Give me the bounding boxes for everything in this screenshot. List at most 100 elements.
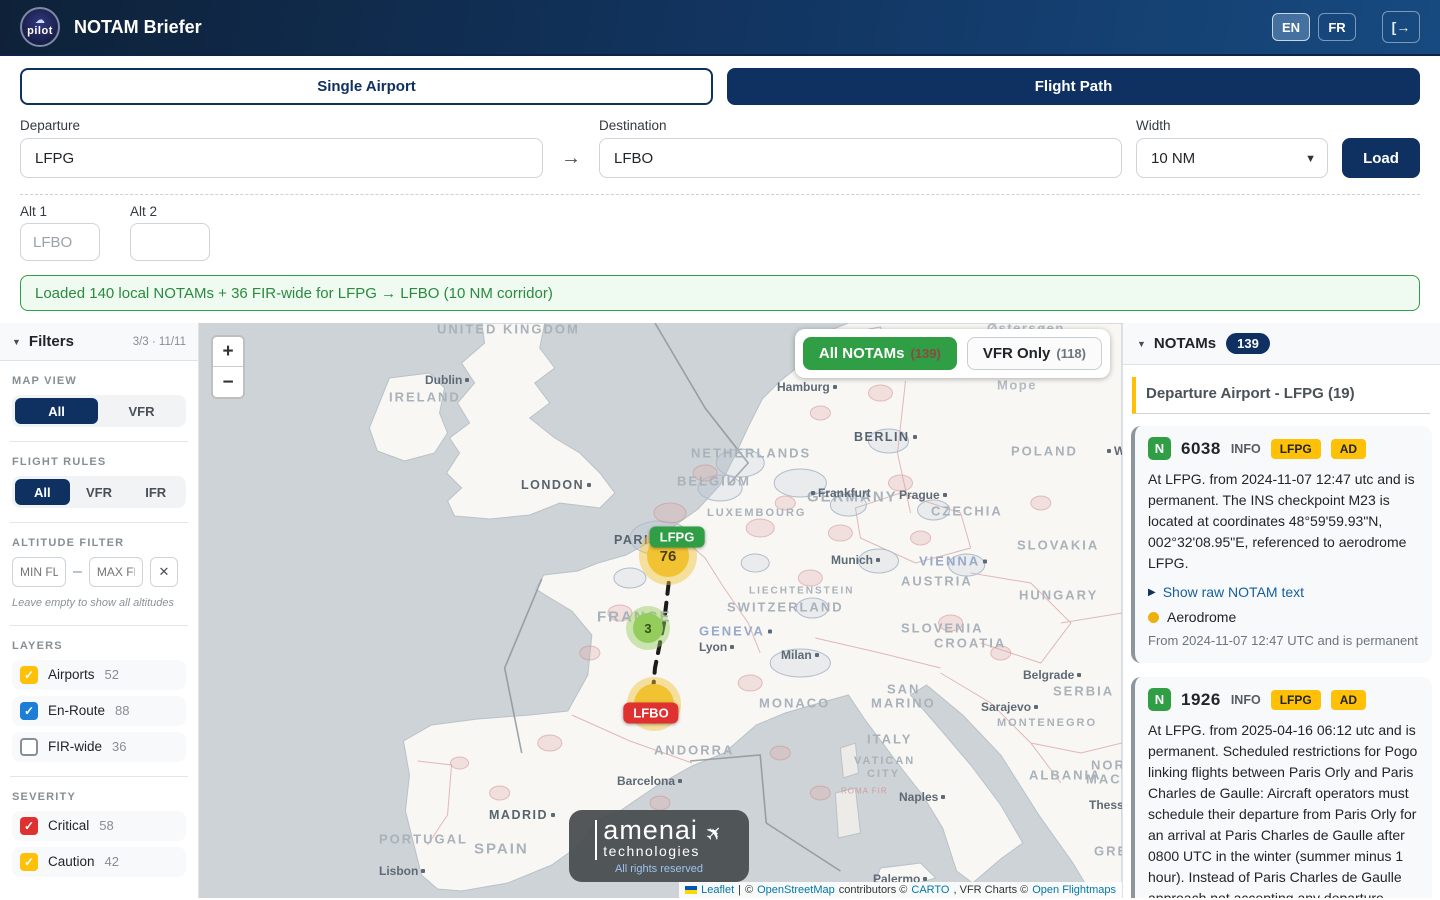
watermark: amenai technologies ✈ All rights reserve… [569, 810, 749, 882]
alt2-input[interactable] [130, 223, 210, 261]
map-label: SAN [887, 682, 920, 697]
flight-rules-label: FLIGHT RULES [12, 456, 186, 468]
notam-category: Aerodrome [1148, 609, 1419, 625]
notams-count-badge: 139 [1226, 333, 1270, 354]
severity-item-label: Caution [48, 854, 95, 869]
notam-tag-airport: LFPG [1271, 690, 1321, 710]
all-notams-button[interactable]: All NOTAMs (139) [803, 337, 957, 370]
notam-body: At LFPG. from 2024-11-07 12:47 utc and i… [1148, 469, 1419, 574]
divider [20, 194, 1420, 195]
attribution-separator: | [738, 884, 741, 896]
all-notams-count: (139) [910, 346, 940, 361]
map-label: BELGIUM [677, 474, 751, 489]
map-label: LIECHTENSTEIN [749, 586, 854, 597]
map-label: VATICAN [854, 755, 915, 767]
checkbox-firwide[interactable] [20, 738, 38, 756]
success-banner-text: Loaded 140 local NOTAMs + 36 FIR-wide fo… [35, 285, 553, 302]
map-label: Lisbon [379, 864, 425, 878]
attribution-text: contributors © [839, 884, 908, 896]
flight-rules-ifr-button[interactable]: IFR [128, 479, 183, 505]
map-label: IRELAND [389, 390, 461, 405]
clear-altitude-button[interactable]: ✕ [150, 557, 178, 587]
map-label: GREECE [1094, 844, 1122, 859]
map-view-label: MAP VIEW [12, 375, 186, 387]
map-label: Dublin [425, 373, 469, 387]
watermark-brand: amenai [603, 817, 700, 844]
map-view-vfr-button[interactable]: VFR [100, 398, 183, 424]
filters-title: Filters [29, 333, 74, 350]
leaflet-link[interactable]: Leaflet [701, 884, 734, 896]
vfr-only-button[interactable]: VFR Only (118) [967, 337, 1102, 370]
navbar: ☁ pilot NOTAM Briefer EN FR [→ [0, 0, 1440, 56]
notams-header[interactable]: ▼ NOTAMs 139 [1123, 323, 1440, 365]
notams-title: NOTAMs [1154, 335, 1216, 352]
layer-label: Airports [48, 667, 95, 682]
map-view-all-button[interactable]: All [15, 398, 98, 424]
severity-count: 58 [99, 818, 113, 833]
notam-type-badge: N [1148, 437, 1171, 460]
marker-cluster-enroute[interactable]: 3 [633, 613, 663, 643]
show-raw-notam-link[interactable]: ▶ Show raw NOTAM text [1148, 584, 1419, 600]
map-label: ITALY [867, 732, 912, 747]
map-label: BERLIN [854, 430, 917, 444]
map[interactable]: UNITED KINGDOMØstersøenМореDublinIRELAND… [199, 323, 1122, 898]
map-label: LUXEMBOURG [707, 507, 806, 519]
min-fl-input[interactable] [12, 557, 66, 587]
filters-header[interactable]: ▼ Filters 3/3 · 11/11 [0, 323, 198, 361]
ukraine-flag-icon [685, 886, 697, 894]
openflightmaps-link[interactable]: Open Flightmaps [1032, 884, 1116, 896]
marker-lfpg[interactable]: LFPG [650, 527, 705, 548]
map-label: SWITZERLAND [727, 600, 844, 615]
map-attribution: Leaflet | © OpenStreetMap contributors ©… [679, 882, 1122, 898]
alt1-input[interactable] [20, 223, 100, 261]
attribution-text: , VFR Charts © [954, 884, 1029, 896]
map-label: Море [997, 378, 1037, 393]
divider [10, 522, 188, 523]
lang-fr-button[interactable]: FR [1318, 13, 1356, 41]
flight-rules-all-button[interactable]: All [15, 479, 70, 505]
layer-row-enroute[interactable]: En-Route 88 [12, 696, 186, 726]
zoom-out-button[interactable]: − [213, 367, 243, 397]
lang-en-button[interactable]: EN [1272, 13, 1310, 41]
map-label: VIENNA [919, 554, 987, 569]
alt1-label: Alt 1 [20, 204, 100, 219]
watermark-rights: All rights reserved [615, 863, 703, 875]
map-label: GENEVA [699, 624, 772, 639]
layer-row-firwide[interactable]: FIR-wide 36 [12, 732, 186, 762]
filters-sidebar: ▼ Filters 3/3 · 11/11 MAP VIEW All VFR F… [0, 323, 199, 898]
map-label: Sarajevo [981, 700, 1038, 714]
width-select[interactable]: 10 NM [1136, 138, 1328, 178]
success-banner: Loaded 140 local NOTAMs + 36 FIR-wide fo… [20, 275, 1420, 311]
tab-single-airport[interactable]: Single Airport [20, 68, 713, 105]
map-label: MONTENEGRO [997, 717, 1097, 729]
destination-input[interactable] [599, 138, 1122, 178]
layer-label: En-Route [48, 703, 105, 718]
checkbox-critical[interactable] [20, 817, 38, 835]
osm-link[interactable]: OpenStreetMap [757, 884, 835, 896]
marker-lfbo[interactable]: LFBO [623, 703, 678, 724]
collapse-triangle-icon: ▼ [12, 337, 21, 347]
layer-label: FIR-wide [48, 739, 102, 754]
flight-rules-vfr-button[interactable]: VFR [72, 479, 127, 505]
severity-row-critical[interactable]: Critical 58 [12, 811, 186, 841]
departure-input[interactable] [20, 138, 543, 178]
checkbox-airports[interactable] [20, 666, 38, 684]
map-label: ANDORRA [654, 743, 734, 758]
notams-panel: ▼ NOTAMs 139 Departure Airport - LFPG (1… [1122, 323, 1440, 898]
load-button[interactable]: Load [1342, 138, 1420, 178]
checkbox-caution[interactable] [20, 853, 38, 871]
severity-row-caution[interactable]: Caution 42 [12, 847, 186, 877]
category-label: Aerodrome [1167, 609, 1236, 625]
collapse-triangle-icon: ▼ [1137, 339, 1146, 349]
max-fl-input[interactable] [89, 557, 143, 587]
tab-flight-path[interactable]: Flight Path [727, 68, 1420, 105]
map-label: Milan [781, 648, 819, 662]
carto-link[interactable]: CARTO [911, 884, 949, 896]
layer-row-airports[interactable]: Airports 52 [12, 660, 186, 690]
zoom-in-button[interactable]: + [213, 337, 243, 367]
app-title: NOTAM Briefer [74, 17, 202, 38]
map-label: LONDON [521, 478, 591, 492]
checkbox-enroute[interactable] [20, 702, 38, 720]
map-label: Prague [899, 488, 947, 502]
logout-button[interactable]: [→ [1382, 11, 1420, 43]
